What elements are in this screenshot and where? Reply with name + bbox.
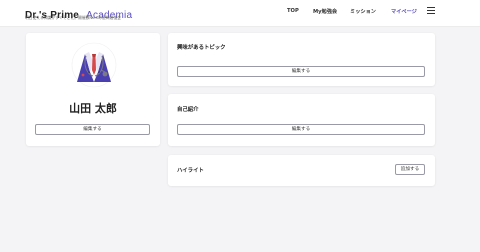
edit-intro-button[interactable]: 編集する xyxy=(177,124,425,135)
add-highlight-button[interactable]: 追加する xyxy=(395,164,425,175)
hamburger-menu-icon[interactable] xyxy=(427,7,435,14)
nav-my-page[interactable]: マイページ xyxy=(391,8,417,15)
highlight-title: ハイライト xyxy=(177,168,204,174)
nav-my-study-group[interactable]: My勉強会 xyxy=(313,8,337,15)
nav-mission[interactable]: ミッション xyxy=(350,8,376,15)
self-introduction-card: 自己紹介 編集する xyxy=(168,94,435,146)
edit-topics-button[interactable]: 編集する xyxy=(177,66,425,77)
doctor-avatar-icon xyxy=(71,42,117,88)
topics-title: 興味があるトピック xyxy=(177,45,226,51)
intro-title: 自己紹介 xyxy=(177,107,199,113)
interested-topics-card: 興味があるトピック 編集する xyxy=(168,33,435,86)
site-tagline: 明日使える知識がすぐそこに。開催数No.1の医師勉強会 xyxy=(25,15,121,20)
profile-name: 山田 太郎 xyxy=(69,102,117,115)
site-header: Dr.'s Prime Academia 明日使える知識がすぐそこに。開催数No… xyxy=(0,0,480,27)
nav-top[interactable]: TOP xyxy=(287,8,299,14)
highlight-card: ハイライト 追加する xyxy=(168,155,435,186)
edit-profile-button[interactable]: 編集する xyxy=(35,124,150,135)
profile-card: 山田 太郎 編集する xyxy=(26,33,160,146)
